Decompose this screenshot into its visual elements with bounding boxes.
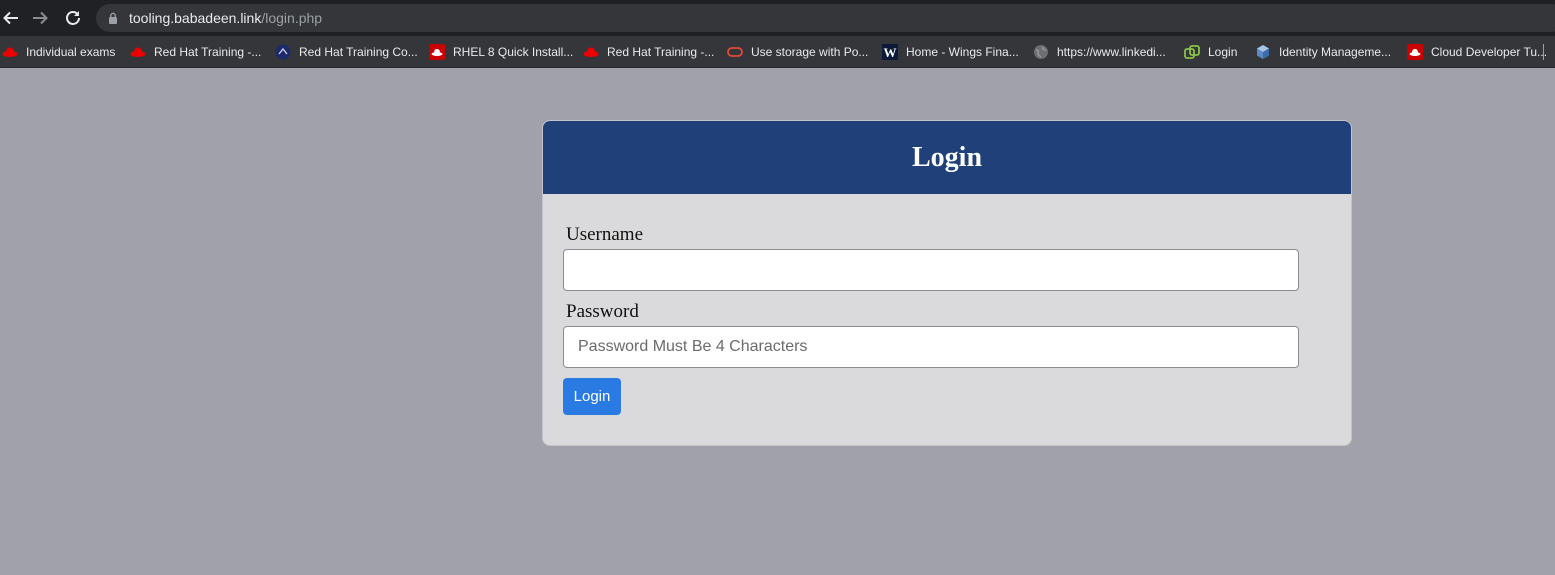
lock-icon	[109, 12, 117, 24]
bookmark-label: Individual exams	[26, 45, 116, 59]
username-label: Username	[566, 224, 644, 245]
bookmark-label: Red Hat Training -...	[607, 45, 715, 59]
address-bar[interactable]: tooling.babadeen.link/login.php	[96, 4, 1555, 32]
redhat-icon	[130, 47, 146, 57]
back-button[interactable]	[0, 7, 22, 29]
bookmark-label: Cloud Developer Tu...	[1431, 45, 1548, 59]
bookmark-label: https://www.linkedi...	[1057, 45, 1166, 59]
reload-icon	[66, 11, 80, 25]
bookmark-label: Use storage with Po...	[751, 45, 869, 59]
url-host: tooling.babadeen.link	[129, 10, 262, 26]
bookmark-label: Login	[1208, 45, 1238, 59]
bookmarks-overflow-divider	[1543, 44, 1551, 60]
login-card: Login Username Password Login	[542, 120, 1352, 446]
bookmark-identity-management[interactable]: Identity Manageme...	[1255, 42, 1391, 62]
username-input[interactable]	[564, 250, 1298, 290]
svg-text:W: W	[884, 45, 897, 60]
globe-icon	[1034, 45, 1048, 59]
back-arrow-icon	[3, 11, 18, 25]
password-input[interactable]	[564, 327, 1298, 367]
bookmark-cloud-developer[interactable]: Cloud Developer Tu...	[1407, 42, 1547, 62]
bookmark-use-storage[interactable]: Use storage with Po...	[727, 42, 868, 62]
bookmark-label: Red Hat Training -...	[154, 45, 262, 59]
login-logo-icon	[1184, 45, 1200, 59]
training-logo-icon	[275, 44, 291, 60]
bookmark-individual-exams[interactable]: Individual exams	[2, 42, 115, 62]
bookmarks-bar: Individual exams Red Hat Training -... R…	[0, 36, 1555, 68]
page-title: Login	[911, 141, 983, 173]
bookmark-redhat-training-co[interactable]: Red Hat Training Co...	[275, 42, 418, 62]
login-card-header: Login	[543, 121, 1351, 194]
bookmark-redhat-training[interactable]: Red Hat Training -...	[130, 42, 261, 62]
bookmark-label: Identity Manageme...	[1279, 45, 1392, 59]
wikipedia-w-icon: W	[882, 44, 898, 60]
bookmark-label: Home - Wings Fina...	[906, 45, 1019, 59]
bookmark-label: RHEL 8 Quick Install...	[453, 45, 574, 59]
url-path: /login.php	[261, 10, 323, 26]
bookmark-login[interactable]: Login	[1184, 42, 1237, 62]
bookmark-wings-finance[interactable]: W Home - Wings Fina...	[882, 42, 1019, 62]
reload-button[interactable]	[62, 7, 84, 29]
url-text: tooling.babadeen.link/login.php	[129, 10, 322, 26]
bookmark-label: Red Hat Training Co...	[299, 45, 418, 59]
login-button[interactable]: Login	[563, 378, 621, 415]
redhat-square-icon	[429, 44, 445, 60]
bookmark-rhel8-quick-install[interactable]: RHEL 8 Quick Install...	[429, 42, 573, 62]
username-field	[563, 249, 1299, 291]
redhat-icon	[583, 47, 599, 57]
redhat-square-icon	[1407, 44, 1423, 60]
forward-arrow-icon	[33, 11, 48, 25]
redhat-icon	[2, 47, 18, 57]
browser-toolbar: tooling.babadeen.link/login.php	[0, 0, 1555, 36]
password-label: Password	[566, 301, 639, 322]
oracle-icon	[727, 47, 743, 57]
password-field	[563, 326, 1299, 368]
bookmark-linkedin[interactable]: https://www.linkedi...	[1033, 42, 1166, 62]
bookmark-redhat-training-2[interactable]: Red Hat Training -...	[583, 42, 714, 62]
forward-button[interactable]	[29, 7, 51, 29]
cube-icon	[1257, 45, 1269, 59]
